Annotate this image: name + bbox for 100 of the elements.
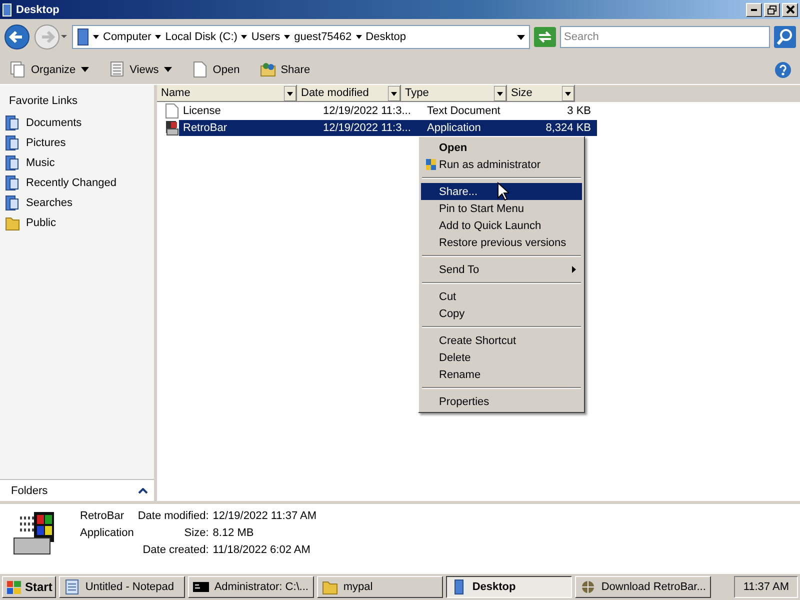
library-icon — [4, 195, 20, 211]
table-cell: 8,324 KB — [529, 120, 597, 136]
clock: 11:37 AM — [734, 576, 798, 598]
breadcrumb[interactable]: Computer — [103, 31, 152, 43]
folder-icon — [4, 215, 20, 231]
breadcrumb[interactable]: Desktop — [366, 31, 406, 43]
breadcrumb[interactable]: Local Disk (C:) — [165, 31, 238, 43]
folder-icon — [77, 28, 89, 46]
field-value: 11/18/2022 6:02 AM — [212, 544, 312, 556]
file-row[interactable]: RetroBar 12/19/2022 11:3... Application 8,324 KB — [165, 119, 800, 136]
file-type: Application — [80, 527, 134, 539]
console-icon — [193, 579, 210, 595]
dropdown-icon[interactable] — [494, 86, 506, 100]
table-cell: 12/19/2022 11:3... — [319, 120, 423, 136]
minimize-button[interactable] — [746, 2, 762, 16]
folders-label: Folders — [11, 484, 48, 496]
caret-icon — [80, 67, 89, 72]
refresh-button[interactable] — [534, 27, 556, 47]
table-cell: Application — [423, 120, 529, 136]
library-icon — [4, 175, 20, 191]
menu-item[interactable]: Share... — [421, 183, 582, 200]
toolbar-button[interactable]: Organize — [8, 59, 91, 80]
dropdown-icon[interactable] — [517, 34, 525, 40]
table-cell-text: License — [182, 104, 222, 116]
toolbar-button[interactable]: Views — [106, 59, 174, 80]
menu-item[interactable]: Open — [421, 139, 582, 156]
menu-item[interactable]: Add to Quick Launch — [421, 217, 582, 234]
file-row[interactable]: License 12/19/2022 11:3... Text Document 3 KB — [165, 102, 800, 119]
menu-item[interactable]: Cut — [421, 288, 582, 305]
menu-item[interactable]: Properties — [421, 393, 582, 410]
table-cell-text: 3 KB — [566, 104, 592, 116]
sidebar-item[interactable]: Recently Changed — [0, 173, 154, 193]
taskbar-button[interactable]: Download RetroBar... — [575, 576, 711, 598]
dropdown-icon[interactable] — [388, 86, 400, 100]
chevron-up-icon — [138, 488, 148, 494]
application-icon — [165, 120, 179, 136]
library-icon — [4, 155, 20, 171]
back-button[interactable] — [4, 24, 30, 50]
caret-icon — [241, 34, 248, 40]
close-icon — [785, 4, 795, 14]
notepad-icon — [64, 579, 80, 595]
restore-button[interactable] — [764, 2, 780, 16]
menu-item[interactable]: Rename — [421, 366, 582, 383]
column-header[interactable]: Name — [157, 85, 297, 102]
caret-icon — [284, 34, 290, 40]
table-cell: RetroBar — [179, 120, 319, 136]
menu-item[interactable]: Restore previous versions — [421, 234, 582, 251]
folder-icon — [322, 579, 338, 595]
library-icon — [4, 115, 20, 131]
caret-icon — [356, 34, 362, 40]
dropdown-icon[interactable] — [562, 86, 574, 100]
search-button[interactable] — [774, 26, 796, 48]
window-icon — [2, 2, 12, 16]
table-cell-text: 12/19/2022 11:3... — [322, 104, 412, 116]
browser-icon — [580, 579, 596, 595]
address-bar[interactable]: Computer Local Disk (C:) Users guest75462 Desktop — [72, 25, 530, 49]
field-label: Date created: — [142, 544, 209, 556]
restore-icon — [767, 4, 777, 14]
field-label: Size: — [183, 527, 209, 539]
submenu-arrow-icon — [572, 266, 576, 273]
menu-item[interactable]: Delete — [421, 349, 582, 366]
menu-item[interactable]: Send To — [421, 261, 582, 278]
caret-icon — [155, 34, 162, 40]
sidebar-item[interactable]: Music — [0, 153, 154, 173]
windows-logo-icon — [6, 579, 22, 595]
close-button[interactable] — [782, 2, 798, 16]
toolbar-button[interactable]: Open — [190, 59, 242, 80]
menu-item[interactable]: Pin to Start Menu — [421, 200, 582, 217]
document-icon — [192, 61, 208, 78]
sidebar-item[interactable]: Pictures — [0, 133, 154, 153]
menu-item[interactable]: Copy — [421, 305, 582, 322]
breadcrumb[interactable]: Users — [251, 31, 280, 43]
section-title: Favorite Links — [8, 94, 78, 109]
window-title: Desktop — [16, 4, 60, 16]
people-icon — [260, 61, 276, 78]
views-icon — [108, 61, 125, 78]
help-icon[interactable] — [774, 60, 792, 78]
taskbar-button[interactable]: Administrator: C:\... — [188, 576, 314, 598]
caret-icon — [164, 67, 172, 72]
menu-item[interactable]: Run as administrator — [421, 156, 582, 173]
field-value: 12/19/2022 11:37 AM — [212, 510, 317, 522]
start-button[interactable]: Start — [2, 576, 56, 598]
toolbar-button[interactable]: Share — [258, 59, 312, 80]
sidebar-item[interactable]: Searches — [0, 193, 154, 213]
search-field[interactable]: Search — [560, 26, 770, 48]
shield-icon — [425, 158, 437, 171]
taskbar-button[interactable]: Untitled - Notepad — [59, 576, 186, 598]
file-name: RetroBar — [80, 510, 126, 522]
minimize-icon — [751, 8, 757, 10]
library-icon — [4, 135, 20, 151]
menu-item[interactable]: Create Shortcut — [421, 332, 582, 349]
taskbar-button[interactable]: Desktop — [446, 576, 572, 598]
sidebar-item[interactable]: Documents — [0, 113, 154, 133]
mouse-pointer-icon — [497, 182, 509, 201]
folders-bar[interactable]: Folders — [0, 479, 154, 501]
sidebar-item[interactable]: Public — [0, 213, 154, 233]
taskbar-button[interactable]: mypal — [317, 576, 444, 598]
breadcrumb[interactable]: guest75462 — [294, 31, 352, 43]
dropdown-icon[interactable] — [284, 86, 296, 100]
document-icon — [165, 102, 179, 118]
